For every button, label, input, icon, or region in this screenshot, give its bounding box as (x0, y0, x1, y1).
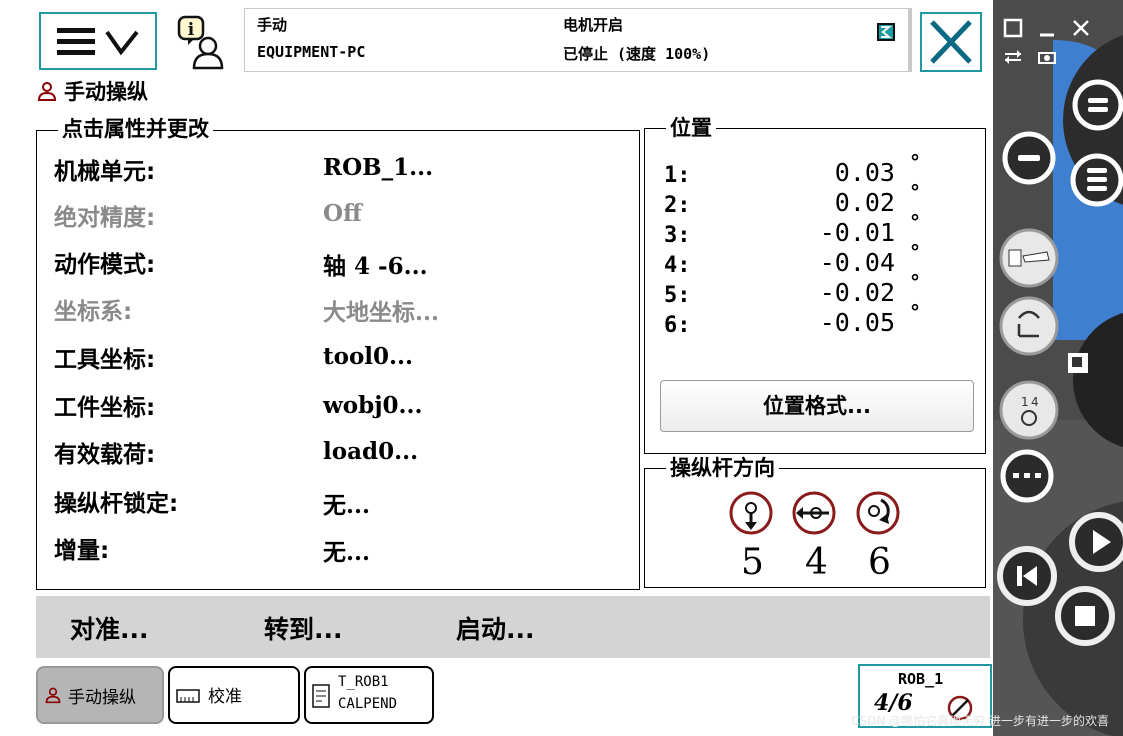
axis-value: 0.02 (834, 188, 895, 217)
unit-label: ° (910, 150, 920, 174)
axis-value: -0.04 (819, 248, 895, 277)
property-label: 绝对精度: (54, 205, 156, 231)
joystick-axis-label: 4 (805, 542, 828, 583)
command-bar: 对准... 转到... 启动... (36, 596, 990, 658)
info-user-icon[interactable]: i (176, 14, 226, 70)
property-value[interactable]: 无... (323, 486, 370, 520)
taskbar-jogging[interactable]: 手动操纵 (36, 666, 164, 724)
jog-user-icon (45, 687, 61, 704)
unit-label: ° (910, 210, 920, 234)
motor-state: 电机开启 (563, 16, 624, 34)
property-label: 工件坐标: (54, 395, 156, 421)
task-name: T_ROB1 (338, 674, 389, 690)
window-icon[interactable] (1003, 18, 1023, 38)
swap-icon[interactable] (1003, 50, 1023, 64)
property-label: 操纵杆锁定: (54, 491, 179, 517)
axis-index: 6: (664, 313, 691, 338)
property-label: 增量: (54, 538, 110, 564)
svg-text:i: i (188, 20, 195, 40)
property-label: 坐标系: (54, 299, 133, 325)
taskbar: 手动操纵 校准 T_ROB1 CALPEND ROB_1 4/6 (36, 662, 992, 736)
axis-value: 0.03 (834, 158, 895, 187)
axis-index: 4: (664, 253, 691, 278)
select-mechanical-unit-icon[interactable] (997, 226, 1061, 290)
close-window-icon[interactable] (1071, 18, 1091, 38)
property-value[interactable]: tool0... (323, 343, 413, 370)
taskbar-label: 手动操纵 (68, 688, 136, 708)
property-label: 机械单元: (54, 159, 156, 185)
position-format-button[interactable]: 位置格式... (660, 380, 974, 432)
taskbar-calibration[interactable]: 校准 (168, 666, 300, 724)
align-button[interactable]: 对准... (70, 610, 149, 646)
programmable-key-3-icon[interactable] (1069, 152, 1123, 208)
joystick-axis-label: 6 (868, 542, 891, 583)
properties-group-title: 点击属性并更改 (58, 118, 213, 140)
joystick-group-title: 操纵杆方向 (666, 457, 779, 479)
programmable-key-1-icon[interactable] (1001, 130, 1057, 186)
taskbar-program-task[interactable]: T_ROB1 CALPEND (304, 666, 434, 724)
operating-mode: 手动 (257, 16, 288, 34)
property-label: 有效载荷: (54, 442, 156, 468)
chevron-down-icon (105, 30, 139, 56)
axis-index: 5: (664, 283, 691, 308)
property-value: Off (323, 200, 362, 227)
property-value[interactable]: wobj0... (323, 392, 423, 419)
start-button-icon[interactable] (1067, 510, 1123, 574)
joystick-down-icon (729, 491, 773, 535)
unit-label: ° (910, 180, 920, 204)
stylus-slot-icon (1068, 353, 1088, 373)
joystick-left-right-icon (792, 491, 836, 535)
property-value[interactable]: 无... (323, 533, 370, 567)
page-title: 手动操纵 (64, 80, 148, 104)
close-icon (930, 20, 972, 64)
activate-button[interactable]: 启动... (456, 610, 535, 646)
abb-menu-button[interactable] (39, 12, 157, 70)
program-icon (312, 684, 330, 708)
position-group-title: 位置 (666, 117, 716, 139)
unit-label: ° (910, 240, 920, 264)
axis-value: -0.02 (819, 278, 895, 307)
toggle-motion-mode-icon[interactable] (997, 294, 1061, 358)
taskbar-label: 校准 (208, 687, 242, 707)
property-label: 动作模式: (54, 252, 156, 278)
menu-icon (57, 28, 139, 56)
axis-index: 3: (664, 223, 691, 248)
status-bar[interactable]: 手动 EQUIPMENT-PC 电机开启 已停止 (速度 100%) (244, 8, 912, 72)
system-name: EQUIPMENT-PC (257, 43, 366, 61)
event-log-icon[interactable] (877, 23, 895, 41)
flexpendant-hardware-panel: 14 (993, 0, 1123, 736)
step-backward-icon[interactable] (995, 544, 1059, 608)
camera-icon[interactable] (1037, 50, 1057, 64)
programmable-key-2-icon[interactable] (1071, 78, 1123, 132)
property-label: 工具坐标: (54, 347, 156, 373)
axis-index: 1: (664, 163, 691, 188)
minimize-icon[interactable] (1037, 18, 1057, 38)
toggle-axis-group-icon[interactable]: 14 (997, 378, 1061, 442)
joystick-rotate-icon (856, 491, 900, 535)
unit-label: ° (910, 300, 920, 324)
toggle-increment-icon[interactable] (999, 448, 1055, 504)
property-value[interactable]: load0... (323, 438, 418, 465)
module-name: CALPEND (338, 696, 398, 712)
calibration-icon (176, 689, 200, 703)
stop-button-icon[interactable] (1053, 584, 1117, 648)
property-value[interactable]: 轴 4 -6... (323, 247, 428, 281)
watermark: CSDN @哪怕它真理无穷 进一步有进一步的欢喜 (851, 714, 1109, 728)
property-value: 大地坐标... (323, 299, 440, 326)
joystick-axis-label: 5 (741, 542, 764, 583)
svg-text:1: 1 (1021, 395, 1029, 409)
axis-index: 2: (664, 193, 691, 218)
axis-value: -0.05 (819, 308, 895, 337)
property-value[interactable]: ROB_1... (323, 154, 433, 181)
goto-button[interactable]: 转到... (264, 610, 343, 646)
axis-value: -0.01 (819, 218, 895, 247)
run-state: 已停止 (速度 100%) (563, 45, 711, 63)
jog-user-icon (37, 82, 57, 101)
unit-name: ROB_1 (898, 670, 944, 688)
unit-label: ° (910, 270, 920, 294)
close-button[interactable] (920, 12, 982, 72)
svg-text:4: 4 (1031, 395, 1039, 409)
